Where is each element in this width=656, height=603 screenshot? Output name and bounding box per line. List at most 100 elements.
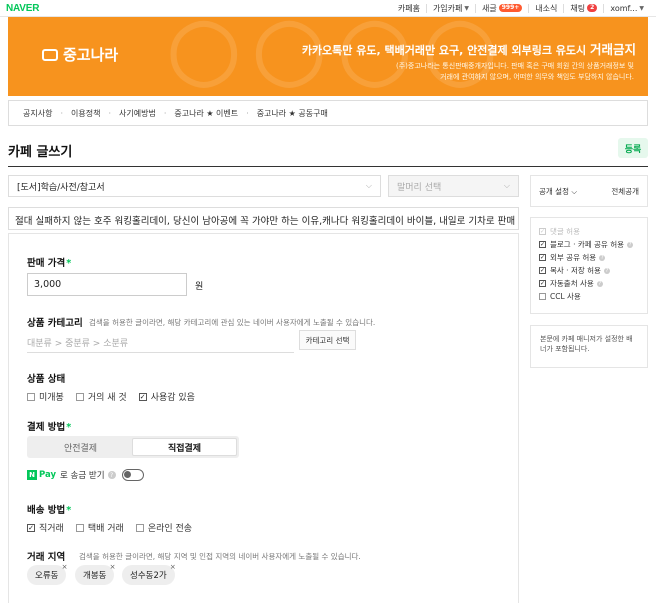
npay-pay-text: Pay [39,470,57,480]
payment-label: 결제 방법* [27,419,71,433]
safe-payment-option[interactable]: 안전결제 [29,438,132,456]
ccl-checkbox[interactable] [539,293,546,300]
new-posts-count-badge: 999+ [498,4,523,12]
register-button[interactable]: 등록 [618,138,648,158]
chevron-down-icon: ▼ [639,4,644,12]
user-name: xomf... [610,3,638,13]
shipping-parcel-checkbox[interactable] [75,523,84,532]
help-icon[interactable]: ? [603,267,610,274]
permission-label: 댓글 허용 [550,227,580,236]
cafe-home-link[interactable]: 카페홈 [392,4,426,13]
help-icon[interactable]: ? [596,280,603,287]
close-icon[interactable]: × [170,563,176,571]
write-header: 카페 글쓰기 등록 [8,136,648,167]
header-select[interactable]: 말머리 선택 ⌵ [388,175,519,197]
new-posts-label: 새글 [482,3,497,13]
top-nav: 카페홈 가입카페 ▼ 새글 999+ 내소식 채팅 2 xomf... ▼ [392,3,650,13]
price-label: 판매 가격* [27,255,71,269]
help-icon[interactable]: ? [599,254,606,261]
joined-cafe-label: 가입카페 [432,3,463,13]
naver-logo[interactable]: NAVER [6,3,39,14]
shipping-option-label: 택배 거래 [87,524,124,534]
close-icon[interactable]: × [62,563,68,571]
condition-new-checkbox[interactable] [27,392,35,401]
npay-toggle[interactable] [121,469,144,481]
shipping-online-checkbox[interactable] [135,523,144,532]
post-title-input[interactable]: 절대 실패하지 않는 호주 워킹홀리데이, 당신이 남아공에 꼭 가야만 하는 … [8,207,519,230]
my-news-link[interactable]: 내소식 [528,3,563,13]
price-input[interactable]: 3,000 [27,273,187,296]
allow-external-share-checkbox[interactable]: ✓ [539,254,546,261]
menu-item-notice[interactable]: 공지사항 [23,108,60,119]
chevron-down-icon: ⌵ [503,181,510,190]
shipping-label-text: 배송 방법 [27,505,66,516]
chevron-down-icon: ⌵ [571,186,578,196]
condition-option-label: 사용감 있음 [150,393,195,403]
category-select-button[interactable]: 카테고리 선택 [299,330,356,350]
condition-option-label: 미개봉 [39,393,64,403]
visibility-setting[interactable]: 공개 설정 ⌵ 전체공개 [530,175,648,207]
menu-item-fraud-prevention[interactable]: 사기예방법 [119,108,164,119]
cafe-logo[interactable]: 중고나라 [42,44,118,65]
category-hint: 검색을 허용한 글이라면, 해당 카테고리에 관심 있는 네이버 사용자에게 노… [89,318,376,327]
condition-like-new-checkbox[interactable] [75,392,84,401]
banner-notice-emphasis: 거래금지 [589,42,636,57]
shipping-option-label: 온라인 전송 [147,524,193,534]
region-tag-label: 개봉동 [83,571,107,581]
board-select[interactable]: [도서]학습/사전/참고서 ⌵ [8,175,381,197]
chevron-down-icon: ▼ [464,4,470,12]
chat-link[interactable]: 채팅 2 [563,3,603,13]
visibility-label-text: 공개 설정 [539,186,569,196]
banner-disclaimer-line: 거래에 관여하지 않으며, 어떠한 의무와 책임도 부담하지 않습니다. [440,73,634,81]
allow-copy-checkbox[interactable]: ✓ [539,267,546,274]
permission-row: ✓ 댓글 허용 [539,225,639,238]
cafe-banner: ◯ ◯ ◯ ◯ 중고나라 카카오톡만 유도, 택배거래만 요구, 안전결제 외부… [8,17,648,96]
visibility-label: 공개 설정 ⌵ [539,186,577,197]
visibility-value: 전체공개 [611,186,639,196]
npay-logo-icon: N [27,470,37,480]
menu-item-policy[interactable]: 이용정책 [71,108,108,119]
permission-row: ✓ 복사 · 저장 허용? [539,264,639,277]
condition-option-label: 거의 새 것 [87,393,127,403]
banner-disclaimer-line: (주)중고나라는 통신판매중개자입니다. 판매 혹은 구매 회원 간의 상품거래… [395,62,634,70]
region-label: 거래 지역 [27,552,66,563]
page-title: 카페 글쓰기 [8,145,73,160]
product-info-panel: 판매 가격* 3,000 원 상품 카테고리 검색을 허용한 글이라면, 해당 … [8,233,519,603]
category-path-placeholder: 대분류 > 중분류 > 소분류 [27,339,129,349]
close-icon[interactable]: × [110,563,116,571]
help-icon[interactable]: ? [107,471,116,479]
condition-label: 상품 상태 [27,374,66,385]
payment-label-text: 결제 방법 [27,422,66,433]
condition-options: 미개봉 거의 새 것 ✓ 사용감 있음 [27,390,195,403]
banner-notice-box: 본문에 카페 매니저가 설정한 배너가 포함됩니다. [530,325,648,368]
top-bar: NAVER 카페홈 가입카페 ▼ 새글 999+ 내소식 채팅 2 xomf... ▼ [0,0,656,17]
board-select-value: [도서]학습/사전/참고서 [17,182,105,193]
permission-label: CCL 사용 [550,292,581,301]
permission-row: ✓ 외부 공유 허용? [539,251,639,264]
auto-source-checkbox[interactable]: ✓ [539,280,546,287]
chat-count-badge: 2 [587,4,598,12]
allow-comments-checkbox: ✓ [539,228,546,235]
required-mark: * [66,422,72,433]
joined-cafe-menu[interactable]: 가입카페 ▼ [425,3,475,13]
permission-label: 복사 · 저장 허용 [550,266,601,275]
chat-bubble-icon [42,48,58,61]
region-tag: 성수동2가 × [122,563,176,585]
required-mark: * [66,505,72,516]
region-tag-label: 오류동 [35,571,59,581]
divider [27,352,294,353]
user-menu[interactable]: xomf... ▼ [603,3,650,13]
direct-payment-option[interactable]: 직접결제 [132,438,237,456]
menu-item-group-buy[interactable]: 중고나라 ★ 공동구매 [257,108,336,119]
required-mark: * [66,258,72,269]
permission-label: 자동출처 사용 [550,279,594,288]
new-posts-link[interactable]: 새글 999+ [475,3,528,13]
menu-item-event[interactable]: 중고나라 ★ 이벤트 [174,108,246,119]
menu-separator: · [60,108,63,118]
help-icon[interactable]: ? [627,241,634,248]
allow-blog-share-checkbox[interactable]: ✓ [539,241,546,248]
shipping-direct-checkbox[interactable]: ✓ [27,523,35,532]
banner-disclaimer: (주)중고나라는 통신판매중개자입니다. 판매 혹은 구매 회원 간의 상품거래… [396,61,634,83]
condition-used-checkbox[interactable]: ✓ [138,392,147,401]
chat-label: 채팅 [570,3,586,13]
